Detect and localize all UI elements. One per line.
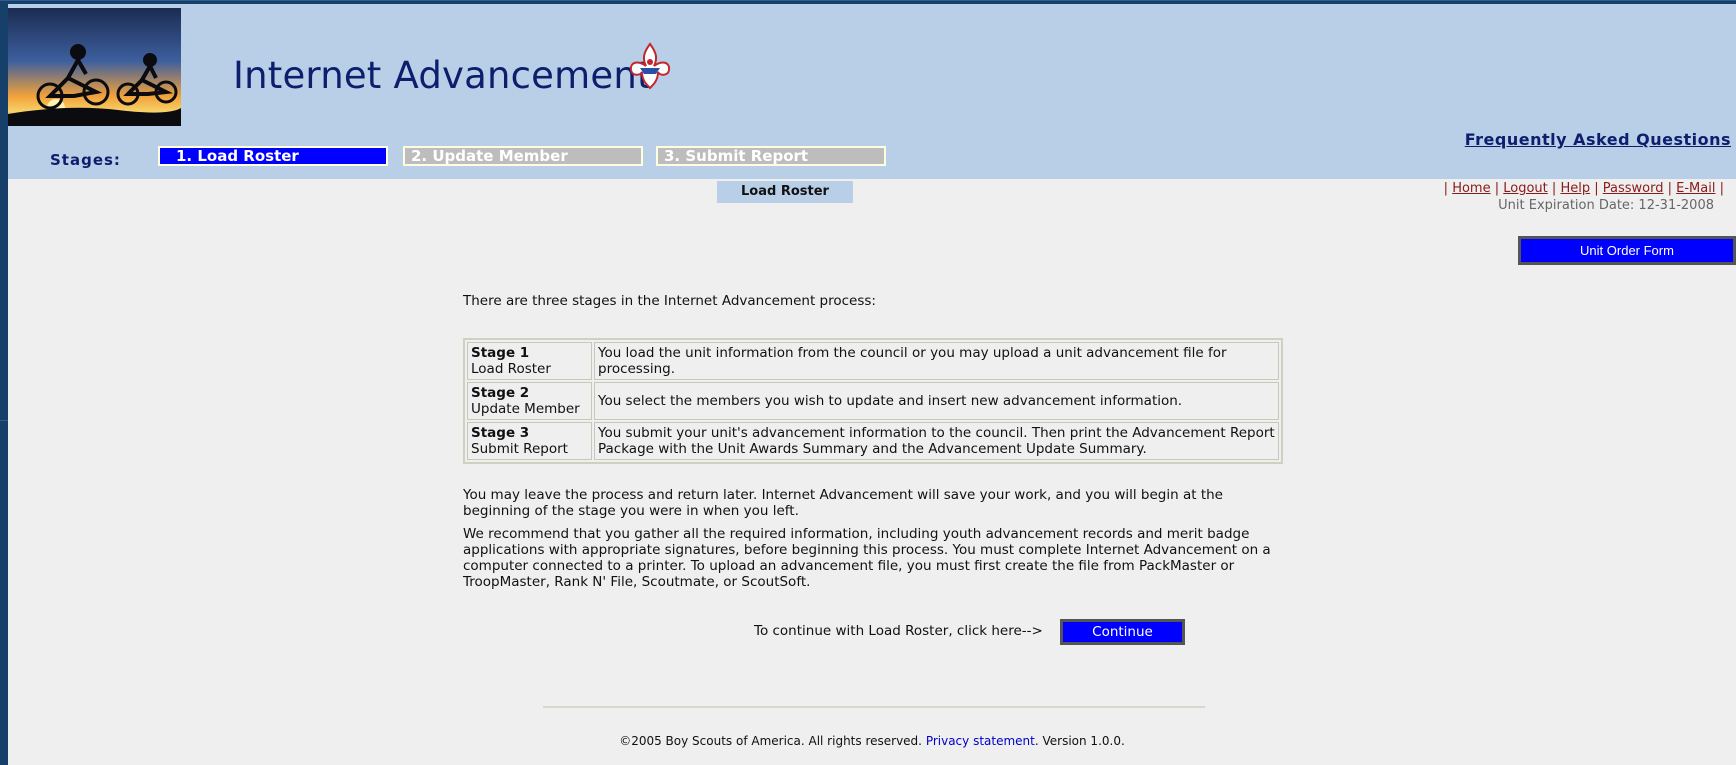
- top-links: | Home | Logout | Help | Password | E-Ma…: [1443, 181, 1724, 196]
- table-row: Stage 3 Submit Report You submit your un…: [467, 422, 1279, 460]
- stage-name: Submit Report: [471, 441, 568, 457]
- stage-title: Stage 2: [471, 385, 530, 401]
- stages-label: Stages:: [50, 151, 121, 169]
- table-row: Stage 2 Update Member You select the mem…: [467, 382, 1279, 420]
- logout-link[interactable]: Logout: [1503, 181, 1548, 196]
- cyclists-sunset-photo: [8, 8, 181, 126]
- intro-text: There are three stages in the Internet A…: [463, 293, 876, 309]
- page-frame: Internet Advancement Frequently Asked Qu…: [8, 4, 1736, 765]
- unit-order-form-button[interactable]: Unit Order Form: [1518, 236, 1736, 265]
- email-link[interactable]: E-Mail: [1676, 181, 1715, 196]
- recommendation-paragraph: We recommend that you gather all the req…: [463, 526, 1271, 590]
- continue-prompt: To continue with Load Roster, click here…: [754, 623, 1043, 639]
- app-title: Internet Advancement: [233, 54, 652, 97]
- stage-name: Load Roster: [471, 361, 551, 377]
- faq-link[interactable]: Frequently Asked Questions: [1465, 130, 1731, 149]
- version-text: . Version 1.0.0.: [1034, 734, 1125, 748]
- stages-table: Stage 1 Load Roster You load the unit in…: [463, 338, 1283, 464]
- stage-title: Stage 3: [471, 425, 530, 441]
- footer: ©2005 Boy Scouts of America. All rights …: [8, 734, 1736, 748]
- current-stage-tab: Load Roster: [717, 181, 853, 203]
- table-row: Stage 1 Load Roster You load the unit in…: [467, 342, 1279, 380]
- stage-title: Stage 1: [471, 345, 530, 361]
- save-work-paragraph: You may leave the process and return lat…: [463, 487, 1223, 519]
- unit-expiration-date: Unit Expiration Date: 12-31-2008: [1498, 198, 1714, 213]
- continue-button[interactable]: Continue: [1060, 619, 1185, 645]
- stage-desc: You submit your unit's advancement infor…: [594, 422, 1279, 460]
- stage-name: Update Member: [471, 401, 580, 417]
- header: Internet Advancement Frequently Asked Qu…: [8, 4, 1736, 179]
- stage-load-roster[interactable]: 1. Load Roster: [158, 146, 388, 166]
- stage-desc: You load the unit information from the c…: [594, 342, 1279, 380]
- home-link[interactable]: Home: [1452, 181, 1490, 196]
- privacy-statement-link[interactable]: Privacy statement: [926, 734, 1035, 748]
- footer-divider: [543, 706, 1205, 708]
- copyright-text: ©2005 Boy Scouts of America. All rights …: [619, 734, 922, 748]
- bsa-fleur-de-lis-icon: [629, 42, 671, 90]
- help-link[interactable]: Help: [1560, 181, 1590, 196]
- stage-submit-report[interactable]: 3. Submit Report: [656, 146, 886, 166]
- stage-desc: You select the members you wish to updat…: [594, 382, 1279, 420]
- password-link[interactable]: Password: [1603, 181, 1664, 196]
- stage-update-member[interactable]: 2. Update Member: [403, 146, 643, 166]
